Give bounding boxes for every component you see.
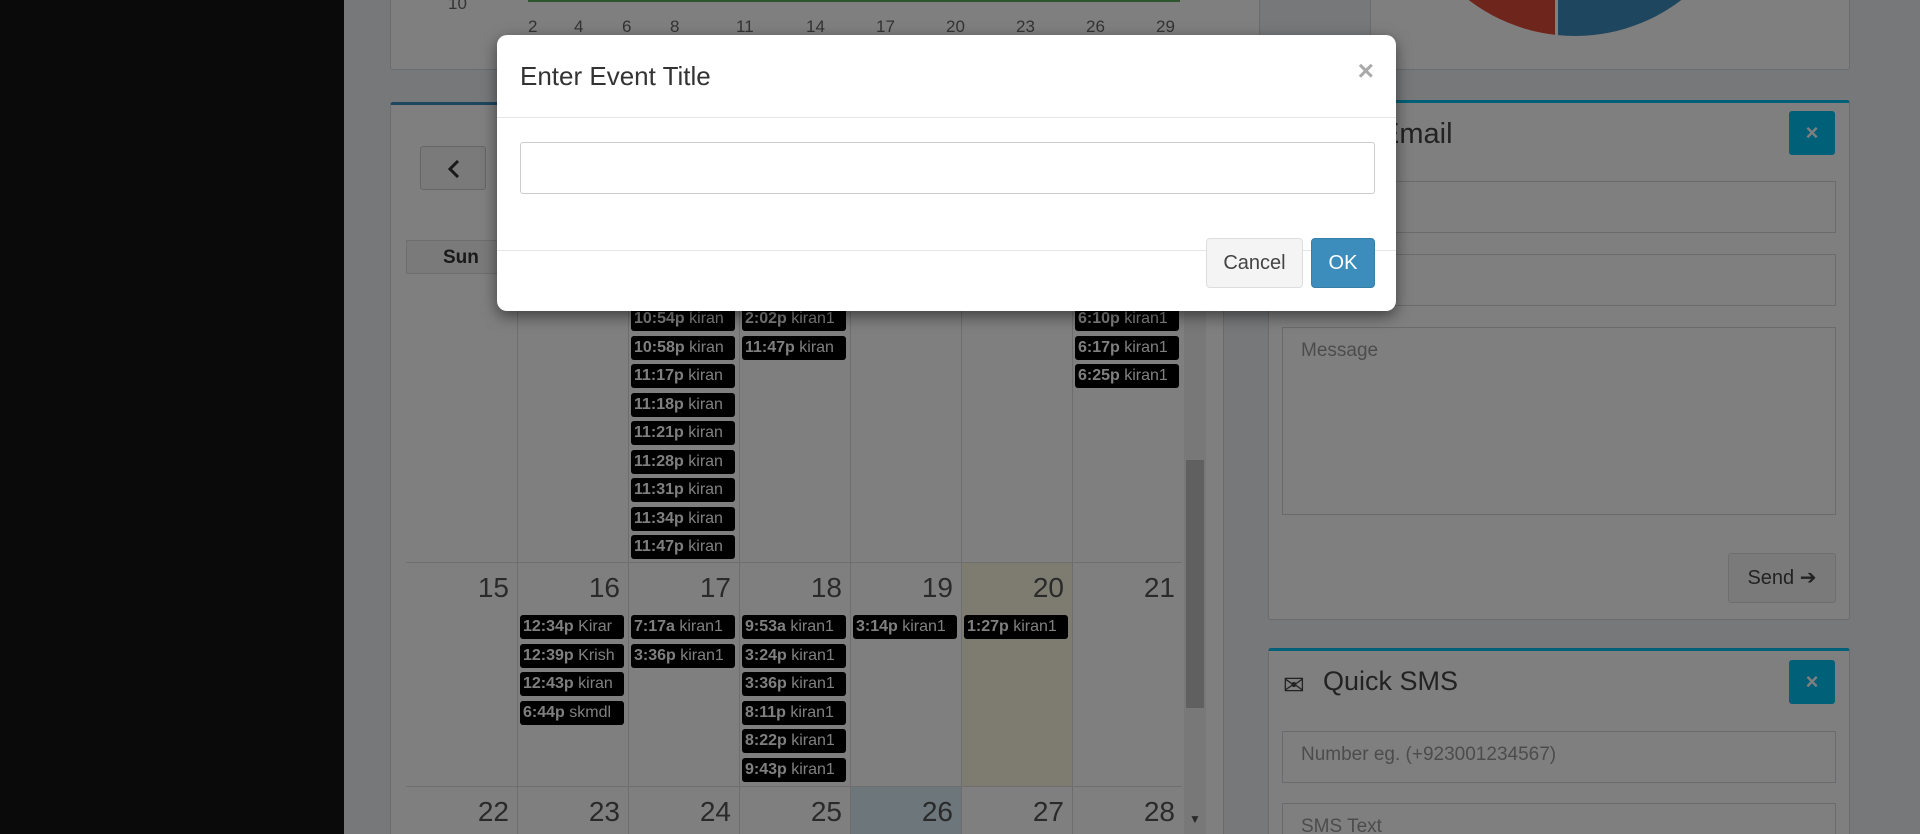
modal-body <box>497 118 1396 251</box>
ok-button[interactable]: OK <box>1311 238 1375 288</box>
modal-header: Enter Event Title × <box>497 35 1396 118</box>
event-title-input[interactable] <box>520 142 1375 194</box>
event-title-modal: Enter Event Title × Cancel OK <box>497 35 1396 311</box>
modal-close-button[interactable]: × <box>1358 55 1374 87</box>
cancel-button[interactable]: Cancel <box>1206 238 1303 288</box>
modal-title: Enter Event Title <box>520 61 711 91</box>
